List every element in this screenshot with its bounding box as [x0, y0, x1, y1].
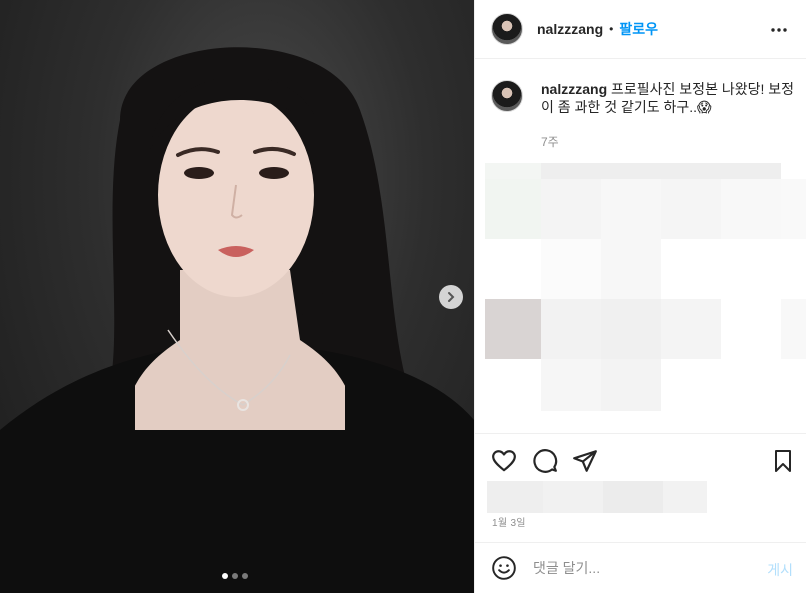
post-photo[interactable]	[0, 0, 474, 593]
carousel-dot	[232, 573, 238, 579]
bookmark-icon[interactable]	[771, 448, 795, 474]
avatar[interactable]	[491, 13, 523, 45]
post-header: nalzzzang • 팔로우	[475, 0, 806, 59]
caption-username[interactable]: nalzzzang	[541, 81, 607, 97]
caption-avatar[interactable]	[491, 80, 523, 112]
blurred-comments	[485, 163, 806, 413]
comment-bar: 게시	[475, 542, 806, 593]
carousel-dot	[222, 573, 228, 579]
carousel-indicator	[222, 573, 248, 579]
emoji-icon[interactable]	[491, 555, 517, 581]
portrait-image	[0, 47, 474, 593]
comment-input[interactable]	[533, 560, 753, 576]
post-panel: nalzzzang • 팔로우 nalzzzang 프로필사진 보정본 나왔당!…	[474, 0, 806, 593]
post-comment-button[interactable]: 게시	[767, 560, 793, 580]
carousel-next-button[interactable]	[439, 285, 463, 309]
carousel-dot	[242, 573, 248, 579]
chevron-right-icon	[448, 292, 455, 302]
post-date[interactable]: 1월 3일	[492, 514, 526, 529]
likes-count-blurred	[487, 481, 707, 513]
post-actions	[475, 433, 806, 487]
comment-icon[interactable]	[532, 448, 558, 474]
post-caption: nalzzzang 프로필사진 보정본 나왔당! 보정이 좀 과한 것 같기도 …	[491, 80, 797, 116]
more-horizontal-icon[interactable]	[769, 20, 789, 40]
username-link[interactable]: nalzzzang	[537, 21, 603, 37]
caption-timestamp[interactable]: 7주	[541, 133, 559, 150]
send-icon[interactable]	[572, 448, 598, 474]
separator-dot: •	[609, 22, 614, 36]
heart-icon[interactable]	[491, 448, 517, 474]
caption-text-block: nalzzzang 프로필사진 보정본 나왔당! 보정이 좀 과한 것 같기도 …	[541, 80, 797, 116]
follow-button[interactable]: 팔로우	[619, 19, 658, 39]
